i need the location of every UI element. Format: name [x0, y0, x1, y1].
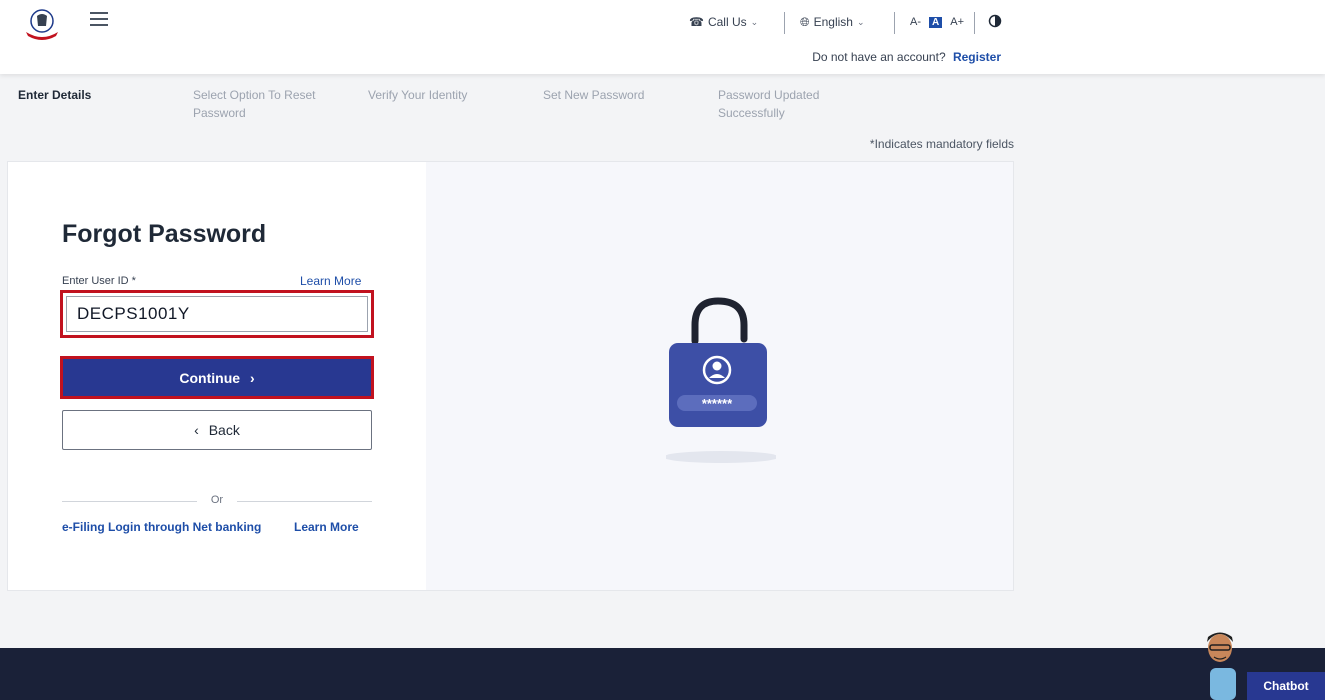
- language-dropdown[interactable]: 🌐︎ English ⌄: [800, 12, 865, 32]
- forgot-password-card: Forgot Password Enter User ID * Learn Mo…: [7, 161, 1014, 591]
- chevron-down-icon: ⌄: [856, 16, 865, 27]
- mandatory-note: *Indicates mandatory fields: [869, 137, 1014, 151]
- chevron-down-icon: ⌄: [750, 16, 759, 27]
- chatbot-label: Chatbot: [1263, 679, 1309, 693]
- back-button[interactable]: ‹ Back: [62, 410, 372, 450]
- step-set-new-password: Set New Password: [543, 88, 645, 102]
- normal-font-button[interactable]: A: [929, 16, 943, 28]
- chatbot-button[interactable]: Chatbot: [1247, 672, 1325, 700]
- illustration-panel: ******: [426, 162, 1013, 590]
- continue-button[interactable]: Continue ›: [63, 359, 371, 396]
- account-prompt: Do not have an account? Register: [812, 50, 1001, 64]
- call-us-label: Call Us: [707, 15, 747, 29]
- step-enter-details: Enter Details: [18, 88, 92, 102]
- step-password-updated: Password Updated Successfully: [718, 88, 820, 120]
- font-size-controls: A- A A+: [910, 12, 964, 32]
- padlock-icon: ******: [666, 297, 776, 463]
- step-select-option: Select Option To Reset Password: [193, 88, 316, 120]
- increase-font-button[interactable]: A+: [950, 16, 964, 28]
- language-label: English: [813, 15, 853, 29]
- learn-more-link[interactable]: Learn More: [300, 274, 361, 288]
- header: ☎ Call Us ⌄ 🌐︎ English ⌄ A- A A+ Do not …: [0, 0, 1325, 74]
- divider: [894, 12, 895, 34]
- hamburger-menu-icon[interactable]: [90, 12, 108, 26]
- globe-icon: 🌐︎: [800, 14, 810, 29]
- user-id-input[interactable]: [66, 296, 368, 332]
- chatbot-avatar-icon[interactable]: [1196, 628, 1252, 700]
- user-id-label: Enter User ID *: [62, 275, 136, 287]
- phone-icon: ☎: [689, 15, 704, 29]
- or-separator: Or: [62, 494, 372, 508]
- or-label: Or: [210, 494, 224, 506]
- emblem-logo[interactable]: [22, 8, 62, 40]
- user-id-highlight: [60, 290, 374, 338]
- masked-password-text: ******: [702, 396, 733, 411]
- chevron-left-icon: ‹: [194, 422, 199, 438]
- separator-line: [237, 501, 372, 502]
- call-us-dropdown[interactable]: ☎ Call Us ⌄: [689, 12, 758, 32]
- divider: [974, 12, 975, 34]
- decrease-font-button[interactable]: A-: [910, 16, 921, 28]
- register-link[interactable]: Register: [953, 50, 1001, 64]
- divider: [784, 12, 785, 34]
- step-verify-identity: Verify Your Identity: [368, 88, 468, 102]
- continue-highlight: Continue ›: [60, 356, 374, 399]
- continue-label: Continue: [179, 369, 241, 386]
- back-label: Back: [208, 422, 240, 438]
- netbanking-learn-more-link[interactable]: Learn More: [294, 520, 359, 534]
- footer: [0, 648, 1325, 700]
- chevron-right-icon: ›: [249, 369, 255, 386]
- netbanking-login-link[interactable]: e-Filing Login through Net banking: [62, 520, 261, 534]
- page-title: Forgot Password: [62, 220, 267, 248]
- account-prompt-text: Do not have an account?: [812, 50, 946, 64]
- contrast-toggle-icon[interactable]: [988, 14, 1002, 28]
